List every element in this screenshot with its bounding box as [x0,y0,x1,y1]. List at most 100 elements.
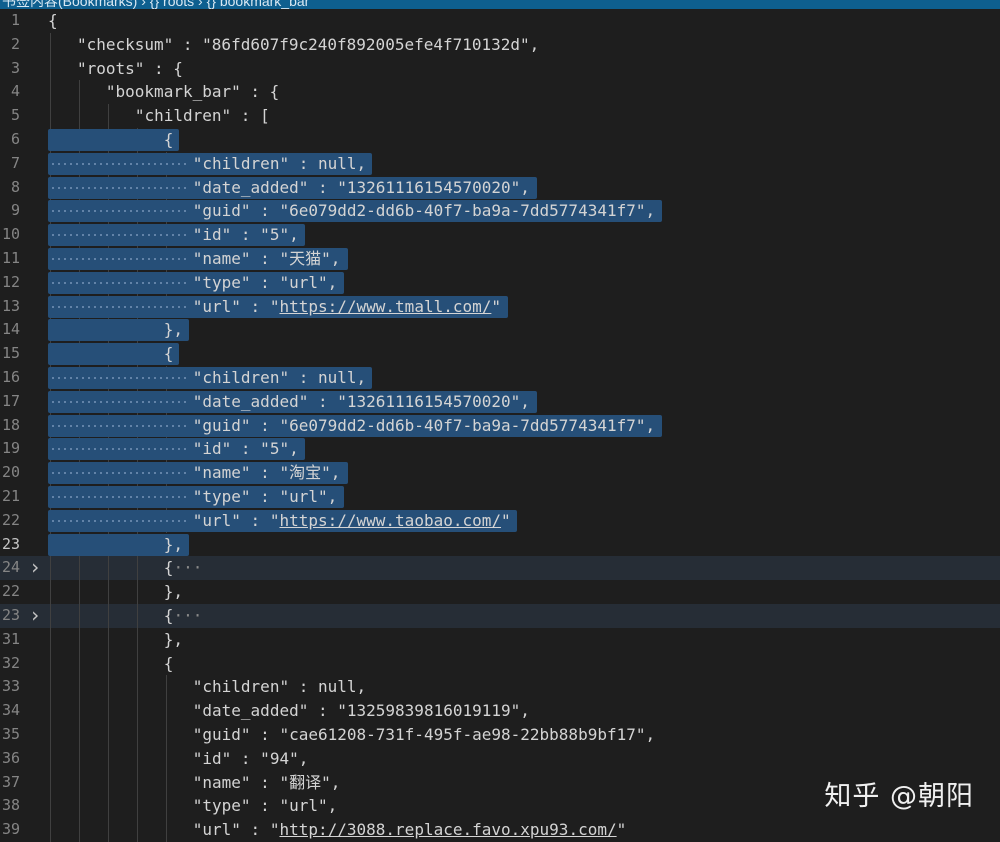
code-line[interactable]: 11 "name" : "天猫", [0,246,1000,271]
code-text[interactable]: "date_added" : "13261116154570020", [193,176,530,200]
indent-guide [50,104,51,128]
url-link[interactable]: https://www.taobao.com/ [279,511,501,530]
code-line[interactable]: 6{ [0,127,1000,152]
code-line[interactable]: 10 "id" : "5", [0,223,1000,247]
code-line[interactable]: 33 "children" : null, [0,675,1000,700]
code-text[interactable]: {··· [164,604,203,628]
code-line[interactable]: 1{ [0,9,1000,33]
url-link[interactable]: http://3088.replace.favo.xpu93.com/ [279,820,616,839]
code-text[interactable]: "children" : [ [135,104,270,128]
code-text[interactable]: "children" : null, [193,366,366,390]
code-text[interactable]: "guid" : "6e079dd2-dd6b-40f7-ba9a-7dd577… [193,414,655,438]
code-text[interactable]: "bookmark_bar" : { [106,80,279,104]
indent-guide [136,818,138,842]
code-text[interactable]: "id" : "94", [193,747,309,771]
code-line[interactable]: 17 "date_added" : "13261116154570020", [0,389,1000,414]
code-line[interactable]: 32 { [0,651,1000,676]
code-line[interactable]: 9 "guid" : "6e079dd2-dd6b-40f7-ba9a-7dd57… [0,199,1000,224]
indent-guide [78,104,80,128]
code-line[interactable]: 36 "id" : "94", [0,746,1000,771]
code-text[interactable]: "type" : "url", [193,271,338,295]
indent-guide [107,722,109,747]
code-text[interactable]: "date_added" : "13259839816019119", [193,699,530,723]
code-text[interactable]: }, [164,533,183,557]
code-line[interactable]: 23}, [0,532,1000,557]
code-line[interactable]: 24 › {··· [0,556,1000,581]
code-text[interactable]: { [164,128,174,152]
code-line[interactable]: 35 "guid" : "cae61208-731f-495f-ae98-22bb… [0,722,1000,747]
breadcrumb[interactable]: 书签内容(Bookmarks) › {} roots › {} bookmark… [2,0,309,9]
code-text[interactable]: "id" : "5", [193,223,299,247]
code-text[interactable]: { [164,342,174,366]
fold-chevron-icon[interactable]: › [29,603,41,628]
code-line[interactable]: 22}, [0,580,1000,604]
indent-guide [107,627,109,652]
code-line[interactable]: 18 "guid" : "6e079dd2-dd6b-40f7-ba9a-7dd5… [0,413,1000,438]
line-number: 22 [1,582,20,601]
code-line[interactable]: 20 "name" : "淘宝", [0,461,1000,485]
code-line[interactable]: 34 "date_added" : "13259839816019119", [0,699,1000,723]
indent-guide [50,794,51,819]
code-line[interactable]: 7 "children" : null, [0,151,1000,176]
line-number: 36 [1,748,20,767]
code-text[interactable]: "type" : "url", [193,485,338,509]
code-editor[interactable]: 1{2 "checksum" : "86fd607f9c240f892005efe… [0,9,1000,842]
code-text[interactable]: }, [164,580,183,604]
line-number: 9 [10,201,20,220]
indent-guide [78,675,80,700]
code-line[interactable]: 4 "bookmark_bar" : { [0,80,1000,105]
line-number: 39 [1,820,20,839]
code-text[interactable]: "url" : "https://www.taobao.com/" [193,509,511,533]
code-text[interactable]: "guid" : "6e079dd2-dd6b-40f7-ba9a-7dd577… [193,199,655,223]
code-line[interactable]: 23 › {··· [0,603,1000,628]
indent-guide [50,818,51,842]
folded-ellipsis[interactable]: ··· [173,558,202,577]
indent-guide [107,651,109,676]
indent-guide [78,794,80,819]
code-text[interactable]: "roots" : { [77,57,183,81]
code-text[interactable]: "children" : null, [193,152,366,176]
whitespace-dots [50,519,189,522]
code-line[interactable]: 2 "checksum" : "86fd607f9c240f892005efe4f… [0,32,1000,57]
code-text[interactable]: "checksum" : "86fd607f9c240f892005efe4f7… [77,33,539,57]
line-number: 13 [1,296,20,315]
code-text[interactable]: { [48,9,58,33]
indent-guide [50,56,51,81]
code-text[interactable]: "url" : "https://www.tmall.com/" [193,295,501,319]
code-line[interactable]: 5 "children" : [ [0,104,1000,128]
code-text[interactable]: }, [164,628,183,652]
code-line[interactable]: 13 "url" : "https://www.tmall.com/" [0,294,1000,319]
code-line[interactable]: 22 "url" : "https://www.taobao.com/" [0,508,1000,533]
indent-guide [78,80,80,105]
code-line[interactable]: 15 { [0,342,1000,366]
code-text[interactable]: "guid" : "cae61208-731f-495f-ae98-22bb88… [193,723,655,747]
indent-guide [107,603,109,628]
code-line[interactable]: 31}, [0,627,1000,652]
code-text[interactable]: "children" : null, [193,675,366,699]
code-text[interactable]: "name" : "翻译", [193,771,341,795]
code-text[interactable]: "type" : "url", [193,794,338,818]
fold-chevron-icon[interactable]: › [29,556,41,580]
selection-highlight [48,128,180,151]
code-line[interactable]: 19 "id" : "5", [0,437,1000,462]
code-line[interactable]: 21 "type" : "url", [0,484,1000,509]
code-line[interactable]: 8 "date_added" : "13261116154570020", [0,175,1000,200]
code-line[interactable]: 12 "type" : "url", [0,270,1000,295]
code-line[interactable]: 14}, [0,318,1000,343]
indent-guide [50,675,51,700]
code-text[interactable]: "date_added" : "13261116154570020", [193,390,530,414]
whitespace-dots [50,281,189,284]
code-text[interactable]: "url" : "http://3088.replace.favo.xpu93.… [193,818,627,842]
code-line[interactable]: 39 "url" : "http://3088.replace.favo.xpu9… [0,818,1000,842]
code-line[interactable]: 3 "roots" : { [0,56,1000,81]
code-text[interactable]: "id" : "5", [193,437,299,461]
url-link[interactable]: https://www.tmall.com/ [279,297,491,316]
whitespace-dots [50,424,189,427]
code-text[interactable]: "name" : "淘宝", [193,461,341,485]
code-text[interactable]: {··· [164,556,203,580]
code-text[interactable]: { [164,652,174,676]
code-line[interactable]: 16 "children" : null, [0,365,1000,390]
code-text[interactable]: }, [164,318,183,342]
folded-ellipsis[interactable]: ··· [173,606,202,625]
code-text[interactable]: "name" : "天猫", [193,247,341,271]
